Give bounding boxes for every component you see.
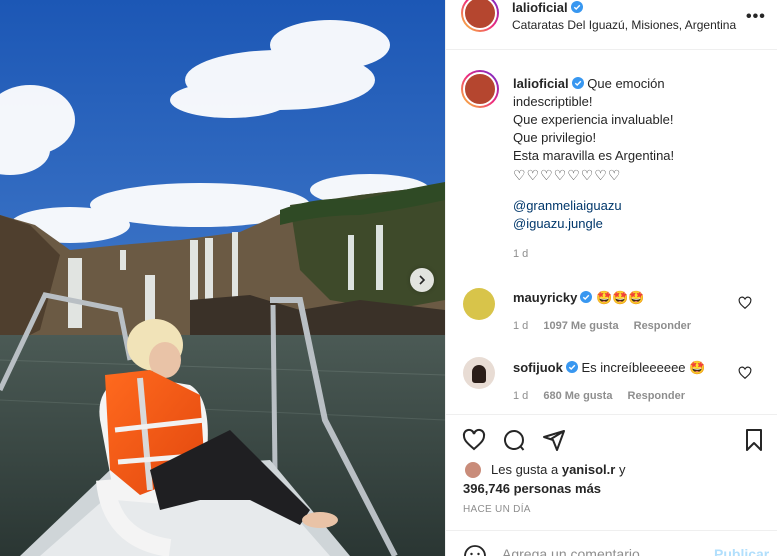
author-avatar-image <box>463 0 497 30</box>
author-avatar[interactable] <box>461 0 499 32</box>
publish-button[interactable]: Publicar <box>714 546 769 556</box>
caption-line: Esta maravilla es Argentina! <box>513 148 675 163</box>
instagram-post: lalioficial Cataratas Del Iguazú, Mision… <box>0 0 777 556</box>
liker-avatar[interactable] <box>465 462 481 478</box>
verified-badge-icon <box>571 77 584 89</box>
likes-count[interactable]: 396,746 personas más <box>463 481 601 496</box>
comment-meta: 1 d 680 Me gusta Responder <box>513 390 777 402</box>
iguazu-falls-photo <box>0 0 445 556</box>
likes-prefix: Les gusta a <box>491 462 559 477</box>
comment-username[interactable]: mauyricky <box>513 290 577 305</box>
mention-link[interactable]: @iguazu.jungle <box>513 215 763 233</box>
comment-username[interactable]: sofijuok <box>513 360 563 375</box>
post-photo[interactable] <box>0 0 445 556</box>
save-bookmark-icon[interactable] <box>742 428 766 452</box>
author-username[interactable]: lalioficial <box>512 0 568 15</box>
comment-likes[interactable]: 680 Me gusta <box>543 390 612 402</box>
comment-avatar[interactable] <box>463 357 495 389</box>
comment-likes[interactable]: 1097 Me gusta <box>543 320 618 332</box>
verified-badge-icon <box>565 361 578 373</box>
caption-line: indescriptible! <box>513 94 593 109</box>
comment-like-heart-icon[interactable] <box>738 366 752 380</box>
likes-suffix: y <box>618 462 626 477</box>
comment-avatar-image <box>472 365 486 383</box>
caption-username[interactable]: lalioficial <box>513 76 569 91</box>
chevron-right-icon <box>419 275 426 285</box>
comment-input[interactable]: Agrega un comentario... <box>502 546 651 556</box>
caption-line: Que emoción <box>587 76 665 91</box>
comment-reply-button[interactable]: Responder <box>628 390 685 402</box>
add-comment-bar: Agrega un comentario... Publicar <box>446 530 777 556</box>
caption-avatar-image <box>463 72 497 106</box>
post-timestamp[interactable]: HACE UN DÍA <box>463 504 531 515</box>
comment-time[interactable]: 1 d <box>513 320 528 332</box>
post-caption: lalioficial Que emoción indescriptible! … <box>513 75 763 263</box>
comment-reply-button[interactable]: Responder <box>634 320 691 332</box>
caption-line: Que experiencia invaluable! <box>513 112 674 127</box>
more-options-button[interactable]: ••• <box>746 8 766 26</box>
likes-count-row: 396,746 personas más <box>463 481 601 496</box>
comment-text: Es increíbleeeeee 🤩 <box>581 360 706 375</box>
liker-username[interactable]: yanisol.r <box>562 462 615 477</box>
comment-bubble-icon[interactable] <box>502 428 526 452</box>
caption-line: Que privilegio! <box>513 130 597 145</box>
likes-summary: Les gusta a yanisol.r y <box>491 462 625 477</box>
post-side-panel: lalioficial Cataratas Del Iguazú, Mision… <box>445 0 777 556</box>
comment-avatar[interactable] <box>463 288 495 320</box>
comment-text: 🤩🤩🤩 <box>595 290 645 305</box>
author-name-row: lalioficial <box>512 0 583 15</box>
verified-badge-icon <box>570 1 583 13</box>
emoji-icon[interactable] <box>463 544 487 556</box>
mention-link[interactable]: @granmeliaiguazu <box>513 197 763 215</box>
comment-time[interactable]: 1 d <box>513 390 528 402</box>
comment-meta: 1 d 1097 Me gusta Responder <box>513 320 777 332</box>
caption-avatar[interactable] <box>461 70 499 108</box>
post-location[interactable]: Cataratas Del Iguazú, Misiones, Argentin… <box>512 18 736 32</box>
next-image-button[interactable] <box>410 268 434 292</box>
caption-hearts: ♡♡♡♡♡♡♡♡ <box>513 167 622 183</box>
share-send-icon[interactable] <box>542 428 566 452</box>
caption-time: 1 d <box>513 248 529 260</box>
post-header: lalioficial Cataratas Del Iguazú, Mision… <box>446 0 777 50</box>
verified-badge-icon <box>580 291 593 303</box>
like-heart-icon[interactable] <box>462 428 486 452</box>
comment-like-heart-icon[interactable] <box>738 296 752 310</box>
caption-username-row: lalioficial Que emoción <box>513 76 665 91</box>
